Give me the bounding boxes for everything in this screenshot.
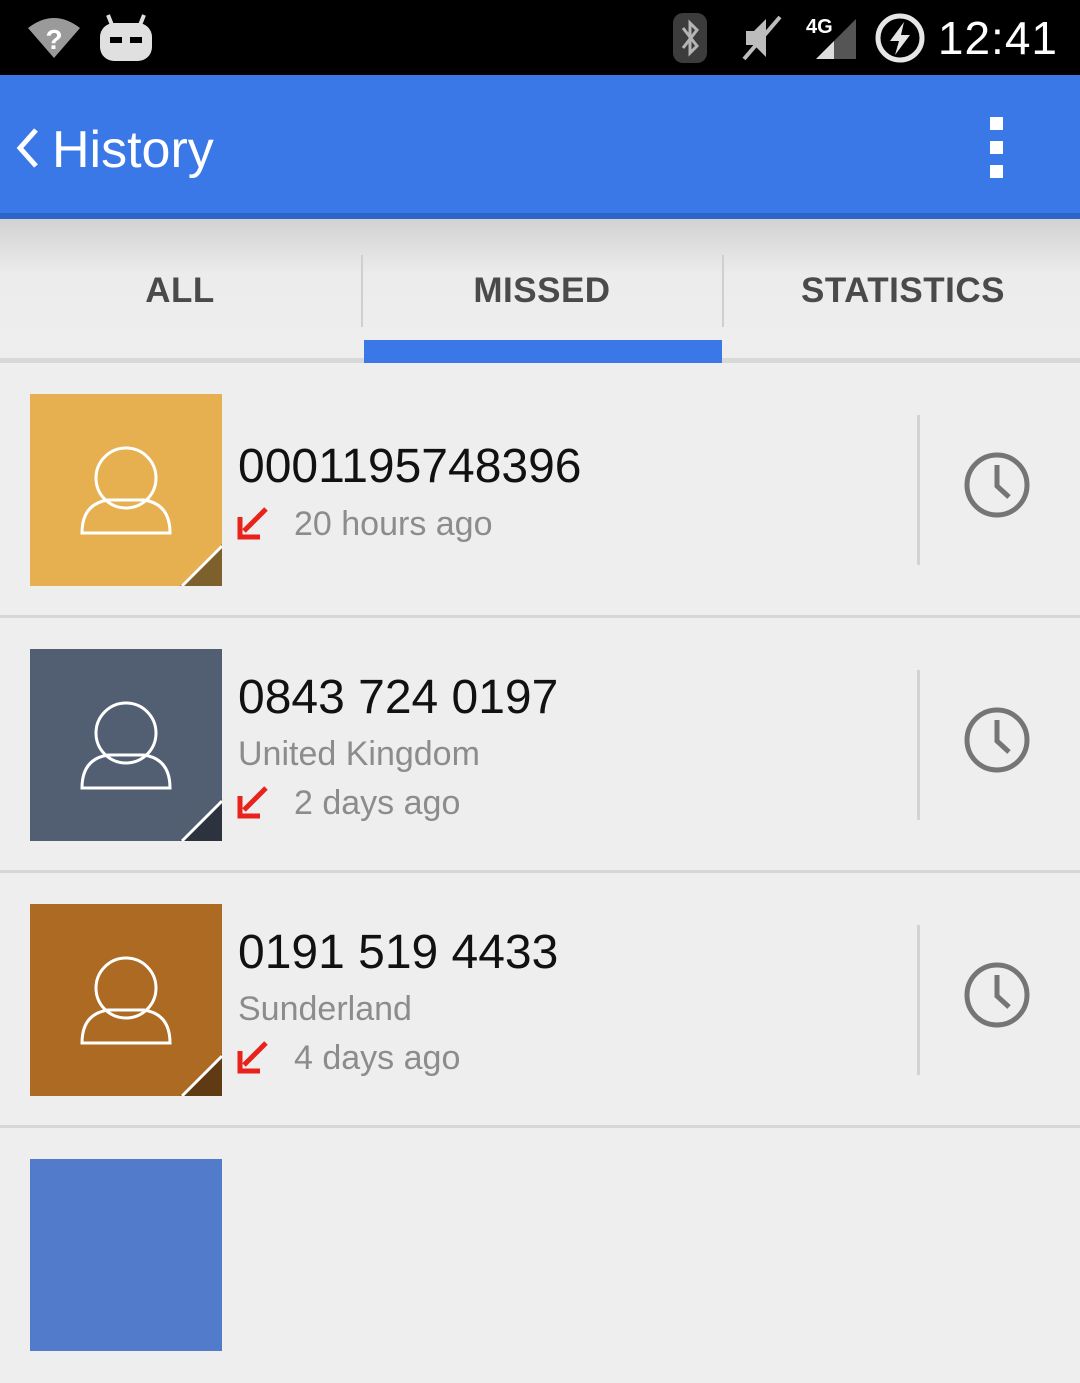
tab-all[interactable]: ALL <box>0 219 360 363</box>
divider <box>917 415 920 565</box>
avatar[interactable] <box>30 649 222 841</box>
call-list-item[interactable]: 0191 519 4433 Sunderland 4 days ago <box>0 873 1080 1128</box>
avatar[interactable] <box>30 394 222 586</box>
tab-statistics[interactable]: STATISTICS <box>723 219 1080 363</box>
call-list-item[interactable]: 0843 724 0197 United Kingdom 2 days ago <box>0 618 1080 873</box>
call-time: 2 days ago <box>294 784 461 822</box>
call-time: 20 hours ago <box>294 505 493 543</box>
page-title[interactable]: History <box>52 112 214 188</box>
network-type-label: 4G <box>806 16 833 38</box>
call-list-item[interactable]: 0001195748396 20 hours ago <box>0 363 1080 618</box>
missed-call-icon <box>237 1041 268 1074</box>
wifi-unknown-icon: ? <box>26 0 82 75</box>
robot-icon <box>98 0 154 75</box>
missed-call-icon <box>237 507 268 540</box>
mute-icon <box>740 0 784 75</box>
phone-number: 0843 724 0197 <box>238 671 559 724</box>
status-bar: ? 4G 12:41 <box>0 0 1080 75</box>
divider <box>917 670 920 820</box>
charging-icon <box>874 0 926 75</box>
phone-number: 0191 519 4433 <box>238 926 559 979</box>
avatar[interactable] <box>30 904 222 1096</box>
svg-text:?: ? <box>45 24 62 55</box>
divider <box>917 925 920 1075</box>
missed-call-icon <box>237 786 268 819</box>
clock-time: 12:41 <box>937 11 1058 64</box>
chevron-left-icon[interactable] <box>14 122 40 179</box>
call-time: 4 days ago <box>294 1039 461 1077</box>
clock-icon[interactable] <box>963 961 1031 1029</box>
phone-number: 0001195748396 <box>238 440 582 493</box>
clock-icon[interactable] <box>963 451 1031 519</box>
signal-icon: 4G <box>804 0 860 75</box>
tab-selected-indicator <box>364 340 722 363</box>
call-list-item[interactable] <box>0 1128 1080 1383</box>
overflow-menu-icon[interactable] <box>986 117 1008 179</box>
bluetooth-icon <box>672 0 708 75</box>
call-location: Sunderland <box>238 990 412 1028</box>
call-location: United Kingdom <box>238 735 480 773</box>
avatar[interactable] <box>30 1159 222 1351</box>
clock-icon[interactable] <box>963 706 1031 774</box>
